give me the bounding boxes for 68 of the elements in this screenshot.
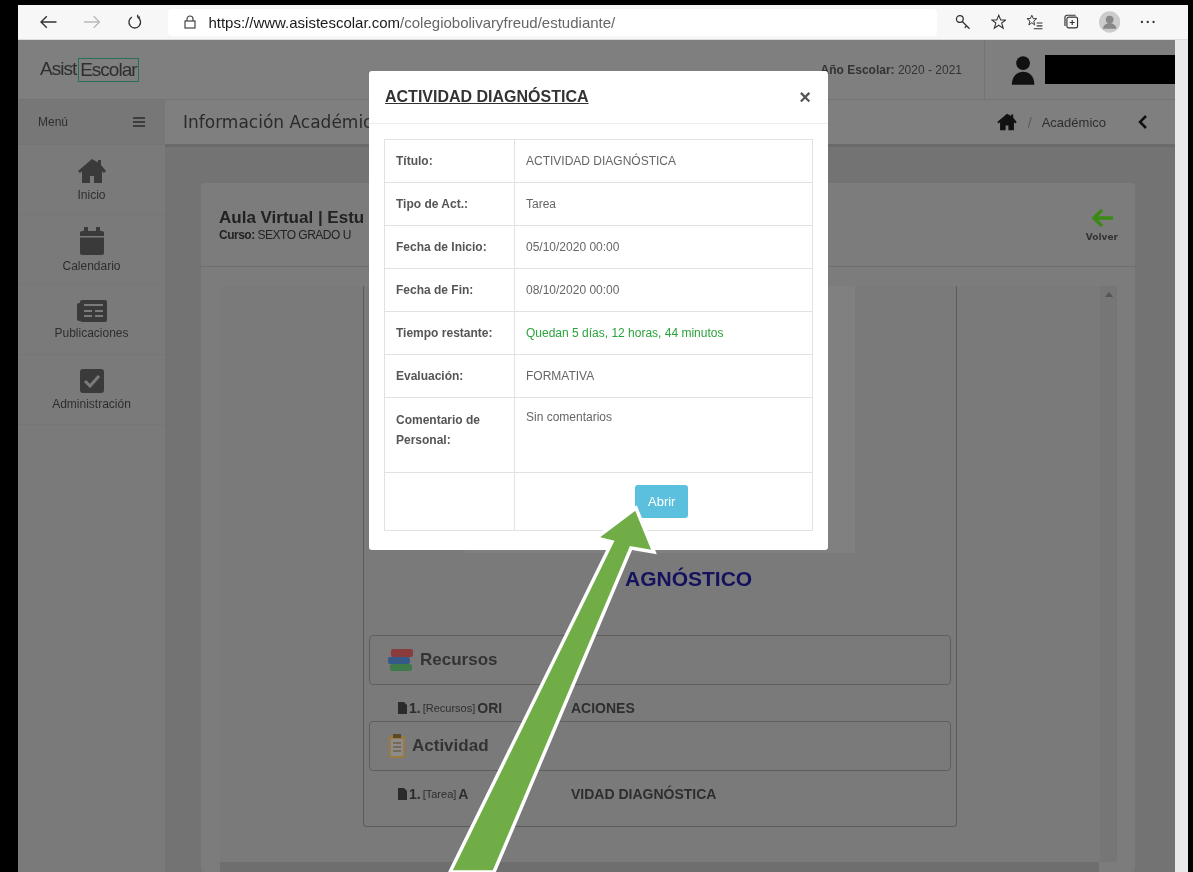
item-title[interactable]: VIDAD DIAGNÓSTICA [571,786,717,802]
field-label: Tipo de Act.: [384,182,515,226]
refresh-icon[interactable] [126,14,143,30]
item-tag: [Tarea] [422,788,457,800]
file-icon [398,788,407,800]
sidebar-item[interactable]: Administración [18,355,165,425]
sidebar-item[interactable]: Inicio [18,145,165,215]
field-label: Fecha de Fin: [384,268,515,312]
course-text: Curso: SEXTO GRADO U [219,227,352,242]
lock-icon [184,15,197,29]
field-value: Tarea [514,182,813,226]
field-label: Título: [384,139,515,183]
key-icon[interactable] [955,14,971,30]
back-button[interactable]: Volver [1085,207,1118,242]
url-text: https://www.asistescolar.com/colegiobolivaryfreud/estudiante/ [208,13,616,31]
breadcrumb-link[interactable]: Académico [1041,114,1106,130]
sidebar-label: Administración [52,396,131,411]
item-tag: [Recursos] [422,702,476,714]
sidebar-label: Calendario [62,258,121,273]
scrollbar[interactable] [220,862,1099,872]
address-bar[interactable]: https://www.asistescolar.com/colegiobolivaryfreud/estudiante/ [168,8,938,36]
item-title[interactable]: ACIONES [571,700,635,716]
sidebar-label: Inicio [77,187,106,202]
field-value: 05/10/2020 00:00 [514,225,813,269]
collections-icon[interactable] [1063,14,1080,30]
field-label: Evaluación: [384,354,515,398]
modal-title: ACTIVIDAD DIAGNÓSTICA [385,88,589,106]
field-value: FORMATIVA [514,354,813,398]
field-value: Quedan 5 días, 12 horas, 44 minutos [514,311,813,355]
card-title: Aula Virtual | Estu [219,207,365,228]
page-title: Información Académic [183,112,373,132]
sidebar-label: Publicaciones [54,325,129,340]
document-heading: AGNÓSTICO [624,566,754,592]
item-title[interactable]: A [458,786,469,802]
favorites-icon[interactable] [1026,14,1044,30]
back-icon[interactable] [40,15,58,29]
arrow-left-icon [1089,207,1114,228]
page-scrollbar[interactable] [1175,40,1188,872]
home-icon[interactable] [995,113,1018,131]
field-value: ACTIVIDAD DIAGNÓSTICA [514,139,813,183]
checkbox-icon [79,368,104,393]
sidebar-item[interactable]: Publicaciones [18,285,165,355]
clipboard-icon [388,733,406,759]
item-number: 1. [409,786,421,802]
open-button[interactable]: Abrir [635,485,689,518]
home-icon [76,157,107,184]
item-number: 1. [409,700,421,716]
field-value: Sin comentarios [514,397,813,473]
menu-icon[interactable] [133,117,145,127]
field-label: Comentario de Personal: [384,397,515,473]
more-icon[interactable] [1140,20,1156,24]
profile-icon[interactable] [1099,11,1121,33]
newspaper-icon [76,299,107,322]
scrollbar[interactable] [1100,286,1117,862]
breadcrumb-separator: / [1027,115,1032,129]
field-label: Tiempo restante: [384,311,515,355]
section-header[interactable]: Recursos [369,635,951,685]
books-icon [388,648,414,672]
close-button[interactable]: × [797,85,813,109]
item-title[interactable]: ORI [477,700,503,716]
chevron-left-icon[interactable] [1138,115,1147,129]
field-label: Fecha de Inicio: [384,225,515,269]
calendar-icon [79,226,104,255]
menu-label: Menú [38,115,69,129]
field-value: 08/10/2020 00:00 [514,268,813,312]
star-icon[interactable] [990,14,1007,30]
file-icon [398,702,407,714]
sidebar-item[interactable]: Calendario [18,215,165,285]
